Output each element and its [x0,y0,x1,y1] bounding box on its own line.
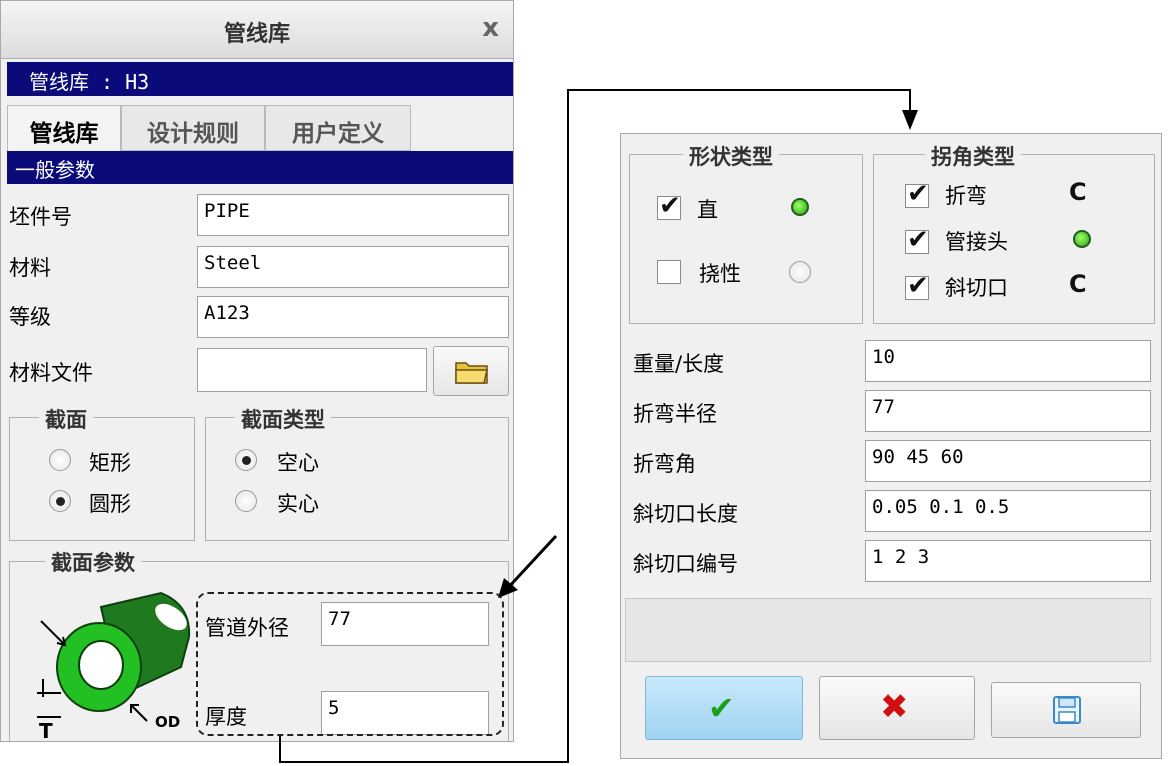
weight-length-input[interactable]: 10 [865,340,1151,382]
weight-length-label: 重量/长度 [633,352,725,376]
checkbox-straight-label: 直 [697,198,718,222]
checkbox-fitting[interactable] [905,225,929,255]
checkbox-miter-label: 斜切口 [945,276,1008,300]
check-icon: ✔ [708,689,735,727]
miter-number-input[interactable]: 1 2 3 [865,540,1151,582]
corner-type-legend: 拐角类型 [925,141,1021,171]
default-radio-miter[interactable]: C [1069,270,1087,298]
default-radio-fitting[interactable] [1073,230,1091,248]
miter-length-input[interactable]: 0.05 0.1 0.5 [865,490,1151,532]
cancel-button[interactable]: ✖ [819,676,975,740]
default-radio-flexible[interactable] [789,261,811,283]
shape-type-legend: 形状类型 [683,141,779,171]
shape-type-group [629,154,863,324]
checkbox-fitting-label: 管接头 [945,230,1008,254]
save-disk-icon [1053,696,1081,724]
bend-angle-label: 折弯角 [633,452,696,476]
bend-angle-input[interactable]: 90 45 60 [865,440,1151,482]
checkbox-miter[interactable] [905,271,929,301]
checkbox-flexible-label: 挠性 [699,262,741,286]
bend-radius-label: 折弯半径 [633,402,717,426]
default-radio-bend[interactable]: C [1069,178,1087,206]
pipe-options-panel: 形状类型 直 挠性 拐角类型 折弯 C 管接头 斜切口 C 重量/长度 10 折… [620,133,1162,759]
status-area [625,598,1151,662]
checkbox-bend-label: 折弯 [945,184,987,208]
save-button[interactable] [991,682,1141,738]
ok-button[interactable]: ✔ [645,676,803,740]
default-radio-straight[interactable] [791,198,809,216]
checkbox-flexible[interactable] [657,260,681,284]
cancel-x-icon: ✖ [880,687,909,727]
miter-length-label: 斜切口长度 [633,502,738,526]
checkbox-bend[interactable] [905,179,929,209]
bend-radius-input[interactable]: 77 [865,390,1151,432]
miter-number-label: 斜切口编号 [633,552,738,576]
checkbox-straight[interactable] [657,191,681,221]
